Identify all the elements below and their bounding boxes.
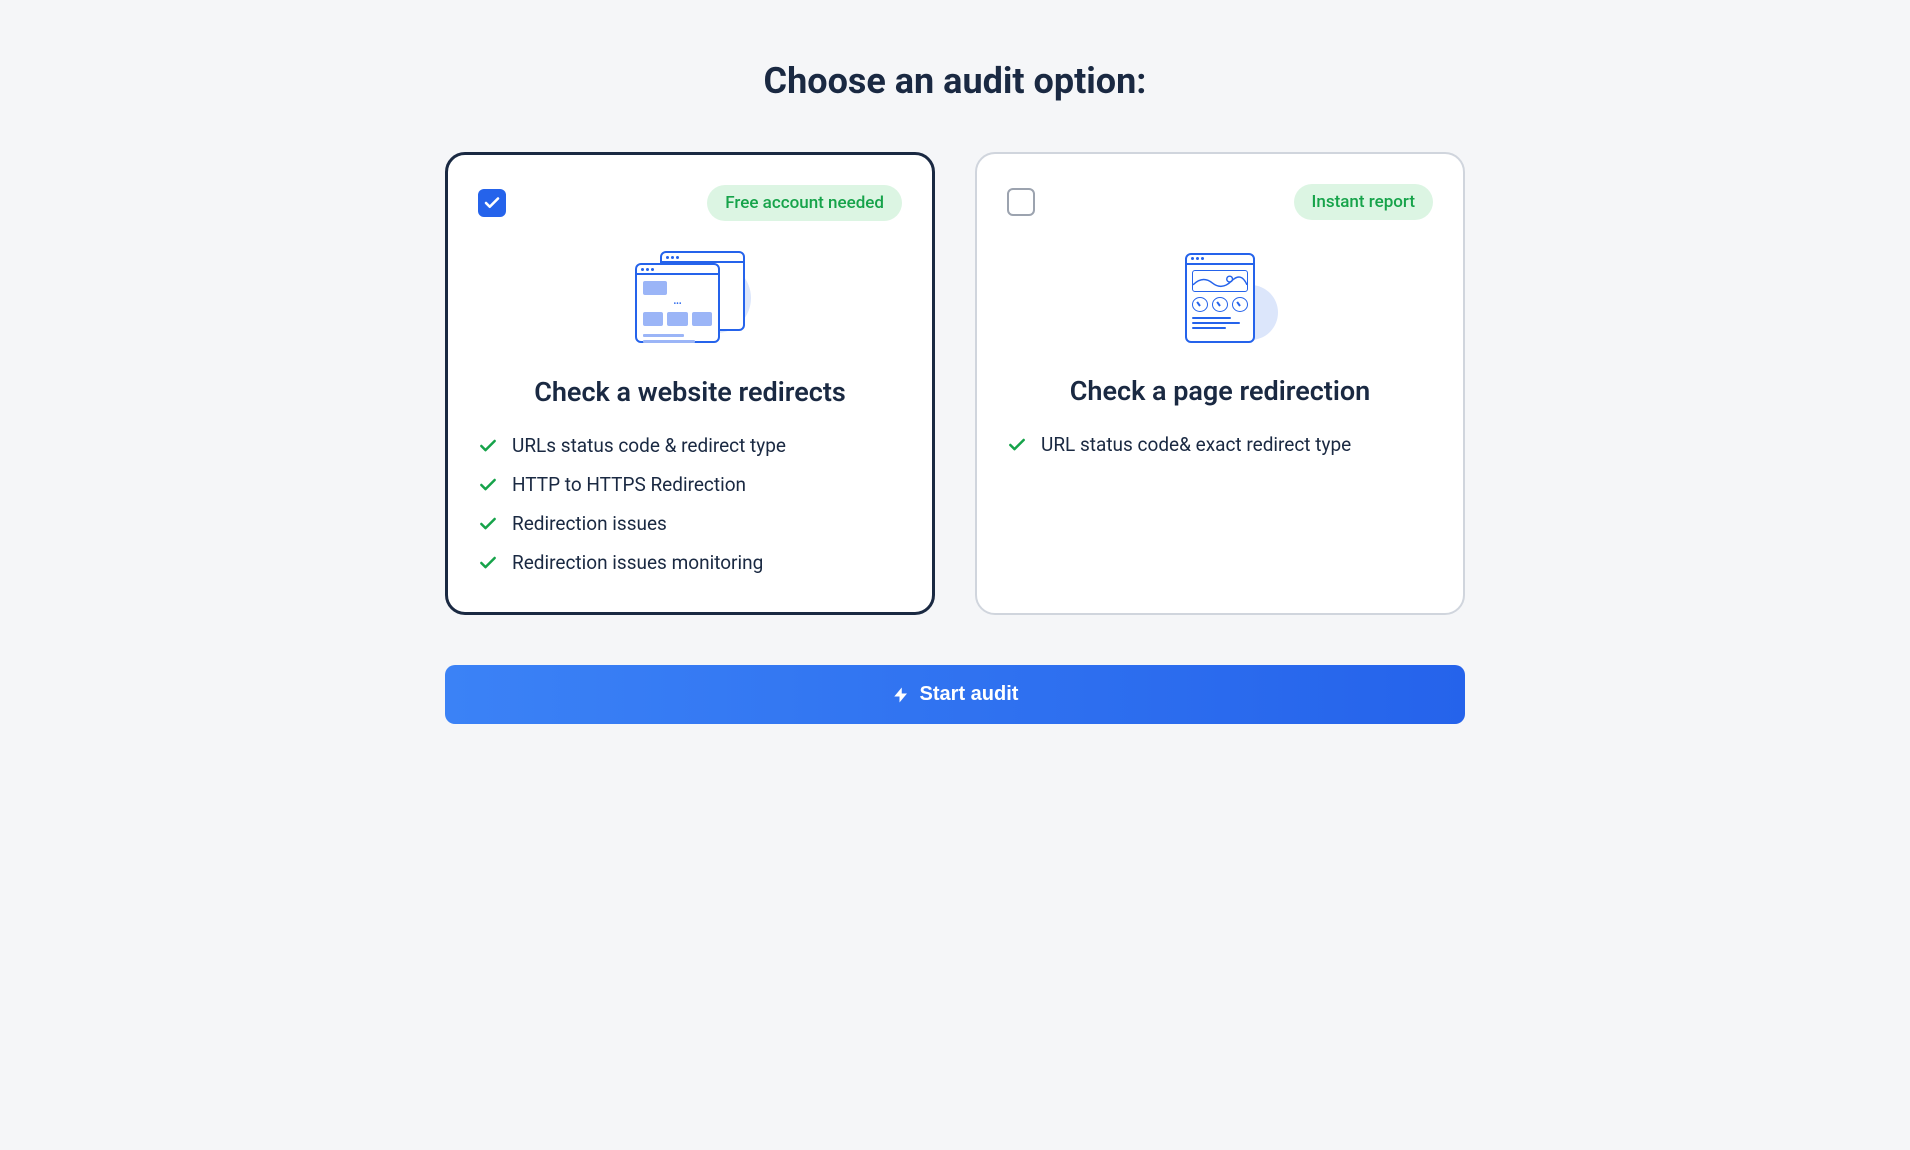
check-icon <box>478 436 498 456</box>
feature-text: HTTP to HTTPS Redirection <box>512 473 746 496</box>
feature-list: URLs status code & redirect type HTTP to… <box>478 426 902 582</box>
check-icon <box>478 553 498 573</box>
feature-item: Redirection issues <box>478 504 902 543</box>
feature-item: URLs status code & redirect type <box>478 426 902 465</box>
card-title: Check a page redirection <box>1007 375 1433 407</box>
check-icon <box>478 514 498 534</box>
feature-item: Redirection issues monitoring <box>478 543 902 582</box>
feature-text: URLs status code & redirect type <box>512 434 786 457</box>
feature-text: Redirection issues monitoring <box>512 551 763 574</box>
feature-text: Redirection issues <box>512 512 667 535</box>
badge-instant-report: Instant report <box>1294 184 1433 220</box>
feature-item: URL status code& exact redirect type <box>1007 425 1433 464</box>
feature-item: HTTP to HTTPS Redirection <box>478 465 902 504</box>
page-title: Choose an audit option: <box>764 60 1147 102</box>
card-header: Instant report <box>1007 184 1433 220</box>
check-icon <box>1007 435 1027 455</box>
illustration-website-icon: ••• <box>478 246 902 356</box>
checkbox-icon[interactable] <box>1007 188 1035 216</box>
feature-list: URL status code& exact redirect type <box>1007 425 1433 464</box>
illustration-page-icon <box>1007 245 1433 355</box>
options-container: Free account needed ••• <box>445 152 1465 615</box>
start-audit-button[interactable]: Start audit <box>445 665 1465 724</box>
card-header: Free account needed <box>478 185 902 221</box>
option-card-page-redirection[interactable]: Instant report <box>975 152 1465 615</box>
feature-text: URL status code& exact redirect type <box>1041 433 1351 456</box>
option-card-website-redirects[interactable]: Free account needed ••• <box>445 152 935 615</box>
checkbox-icon[interactable] <box>478 189 506 217</box>
card-title: Check a website redirects <box>478 376 902 408</box>
lightning-icon <box>892 686 910 704</box>
badge-free-account: Free account needed <box>707 185 902 221</box>
check-icon <box>478 475 498 495</box>
start-button-label: Start audit <box>920 683 1019 706</box>
